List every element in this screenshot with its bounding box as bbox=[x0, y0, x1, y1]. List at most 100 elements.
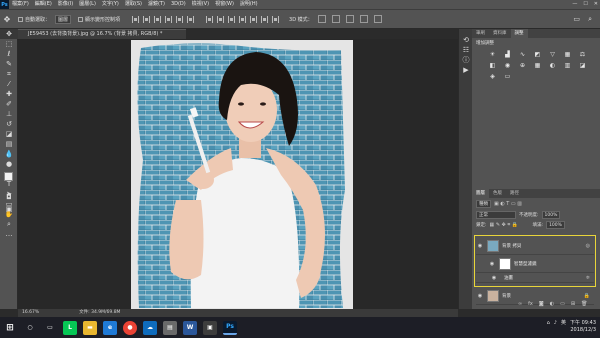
word-icon[interactable]: W bbox=[183, 320, 197, 335]
distribute-left-icon[interactable] bbox=[239, 15, 247, 23]
windows-start-icon[interactable]: ⊞ bbox=[3, 321, 17, 335]
trash-icon[interactable]: 🗑 bbox=[581, 301, 587, 307]
file-explorer-icon[interactable]: ▬ bbox=[83, 320, 97, 335]
black-white-icon[interactable]: ◧ bbox=[488, 62, 497, 69]
task-view-icon[interactable]: ▭ bbox=[43, 321, 57, 335]
input-language[interactable]: 英 bbox=[561, 320, 566, 327]
workspace-icon[interactable]: ▭ bbox=[573, 15, 580, 23]
document-tab[interactable]: JE59453 (去背換背景).jpg @ 16.7% (背景 拷貝, RGB/… bbox=[18, 29, 186, 39]
channel-mixer-icon[interactable]: ⊕ bbox=[518, 62, 527, 69]
crop-tool-icon[interactable]: ⌗ bbox=[0, 69, 18, 79]
search-icon[interactable]: ○ bbox=[23, 321, 37, 335]
layer-name[interactable]: 背景 拷貝 bbox=[502, 243, 521, 249]
posterize-icon[interactable]: ▥ bbox=[563, 62, 572, 69]
gradient-tool-icon[interactable]: ▤ bbox=[0, 139, 18, 149]
close-button[interactable]: ✕ bbox=[594, 0, 598, 9]
visibility-eye-icon[interactable]: ◉ bbox=[490, 275, 498, 281]
healing-tool-icon[interactable]: ✚ bbox=[0, 89, 18, 99]
distribute-top-icon[interactable] bbox=[206, 15, 214, 23]
zoom-tool-icon[interactable]: ⌕ bbox=[0, 219, 18, 229]
stamp-tool-icon[interactable]: ⊥ bbox=[0, 109, 18, 119]
onedrive-icon[interactable]: ☁ bbox=[143, 320, 157, 335]
line-app-icon[interactable]: L bbox=[63, 320, 77, 335]
tab-paths[interactable]: 路徑 bbox=[506, 189, 523, 198]
quick-select-tool-icon[interactable]: ✎ bbox=[0, 59, 18, 69]
3d-scale-icon[interactable] bbox=[373, 15, 382, 23]
info-panel-icon[interactable]: ⓘ bbox=[459, 55, 473, 65]
network-icon[interactable]: ⌂ bbox=[547, 320, 550, 327]
menu-filter[interactable]: 濾鏡(T) bbox=[145, 0, 168, 9]
tab-libraries[interactable]: 資料庫 bbox=[489, 29, 511, 38]
blur-tool-icon[interactable]: 💧 bbox=[0, 149, 18, 159]
menu-help[interactable]: 說明(H) bbox=[237, 0, 261, 9]
fill-input[interactable]: 100% bbox=[546, 221, 565, 229]
eyedropper-tool-icon[interactable]: ⁄ bbox=[0, 79, 18, 89]
edge-icon[interactable]: e bbox=[103, 320, 117, 335]
3d-roll-icon[interactable] bbox=[331, 15, 340, 23]
blend-mode-dropdown[interactable]: 正常 bbox=[476, 211, 516, 219]
visibility-eye-icon[interactable]: ◉ bbox=[476, 243, 484, 249]
auto-select-checkbox[interactable] bbox=[18, 16, 23, 22]
color-swatches[interactable] bbox=[4, 172, 18, 186]
new-layer-icon[interactable]: ⊞ bbox=[571, 301, 575, 307]
levels-icon[interactable]: ▟ bbox=[503, 51, 512, 58]
marquee-tool-icon[interactable]: ⬚ bbox=[0, 39, 18, 49]
vibrance-icon[interactable]: ▽ bbox=[548, 51, 557, 58]
menu-type[interactable]: 文字(Y) bbox=[99, 0, 122, 9]
align-vcenter-icon[interactable] bbox=[143, 15, 151, 23]
menu-layer[interactable]: 圖層(L) bbox=[76, 0, 99, 9]
filter-icons[interactable]: ▣ ◐ T ▭ ▥ bbox=[494, 201, 522, 207]
curves-icon[interactable]: ∿ bbox=[518, 51, 527, 58]
distribute-hcenter-icon[interactable] bbox=[250, 15, 258, 23]
color-lookup-icon[interactable]: ▦ bbox=[533, 62, 542, 69]
quick-mask-icon[interactable]: ◘ bbox=[0, 192, 18, 202]
exposure-icon[interactable]: ◩ bbox=[533, 51, 542, 58]
auto-align-icon[interactable] bbox=[272, 15, 280, 23]
photoshop-icon[interactable]: Ps bbox=[223, 320, 237, 335]
move-tool-icon[interactable]: ✥ bbox=[0, 29, 18, 39]
selective-color-icon[interactable]: ◈ bbox=[488, 73, 497, 80]
more-tools-icon[interactable]: … bbox=[0, 229, 18, 239]
add-mask-icon[interactable]: ◙ bbox=[539, 301, 544, 307]
screen-mode-icon[interactable]: ▣ bbox=[0, 204, 18, 214]
threshold-icon[interactable]: ◪ bbox=[578, 62, 587, 69]
volume-icon[interactable]: ♪ bbox=[554, 320, 557, 327]
color-balance-icon[interactable]: ⚖ bbox=[578, 51, 587, 58]
align-right-icon[interactable] bbox=[187, 15, 195, 23]
lock-icons[interactable]: ▦ ✎ ✥ ⌗ 🔒 bbox=[490, 222, 530, 228]
dodge-tool-icon[interactable]: ● bbox=[0, 159, 18, 169]
actions-panel-icon[interactable]: ▶ bbox=[459, 65, 473, 75]
tab-adjustments[interactable]: 調整 bbox=[510, 29, 528, 38]
visibility-eye-icon[interactable]: ◉ bbox=[476, 293, 484, 299]
layer-row[interactable]: ◉ 油畫 ≑ bbox=[476, 273, 594, 283]
brightness-contrast-icon[interactable]: ☀ bbox=[488, 51, 497, 58]
search-icon[interactable]: ⌕ bbox=[588, 15, 592, 24]
layer-row[interactable]: ◉ 智慧型濾鏡 bbox=[476, 255, 594, 273]
menu-edit[interactable]: 編輯(E) bbox=[32, 0, 55, 9]
align-top-icon[interactable] bbox=[132, 15, 140, 23]
layer-name[interactable]: 背景 bbox=[502, 293, 511, 299]
lasso-tool-icon[interactable]: ℓ bbox=[0, 49, 18, 59]
menu-image[interactable]: 影像(I) bbox=[55, 0, 76, 9]
new-group-icon[interactable]: ▭ bbox=[560, 301, 565, 307]
hue-saturation-icon[interactable]: ▦ bbox=[563, 51, 572, 58]
layer-name[interactable]: 智慧型濾鏡 bbox=[514, 261, 537, 267]
distribute-right-icon[interactable] bbox=[261, 15, 269, 23]
properties-panel-icon[interactable]: ☷ bbox=[459, 45, 473, 55]
3d-rotate-icon[interactable] bbox=[317, 15, 326, 23]
menu-window[interactable]: 視窗(W) bbox=[212, 0, 237, 9]
eraser-tool-icon[interactable]: ◪ bbox=[0, 129, 18, 139]
chrome-icon[interactable]: ● bbox=[123, 320, 137, 335]
align-hcenter-icon[interactable] bbox=[176, 15, 184, 23]
layer-row[interactable]: ◉ 背景 拷貝 ◎ bbox=[476, 237, 594, 255]
tab-layers[interactable]: 圖層 bbox=[472, 189, 489, 198]
foreground-color-swatch[interactable] bbox=[4, 172, 13, 181]
clock-time[interactable]: 下午 09:43 bbox=[570, 320, 596, 327]
gradient-map-icon[interactable]: ▭ bbox=[503, 73, 512, 80]
menu-file[interactable]: 檔案(F) bbox=[9, 0, 32, 9]
menu-3d[interactable]: 3D(D) bbox=[168, 0, 189, 9]
layer-name[interactable]: 油畫 bbox=[504, 275, 513, 281]
history-panel-icon[interactable]: ⟲ bbox=[459, 35, 473, 45]
layer-filter-kind[interactable]: 種類 bbox=[476, 200, 491, 208]
fx-icon[interactable]: fx bbox=[528, 301, 533, 307]
